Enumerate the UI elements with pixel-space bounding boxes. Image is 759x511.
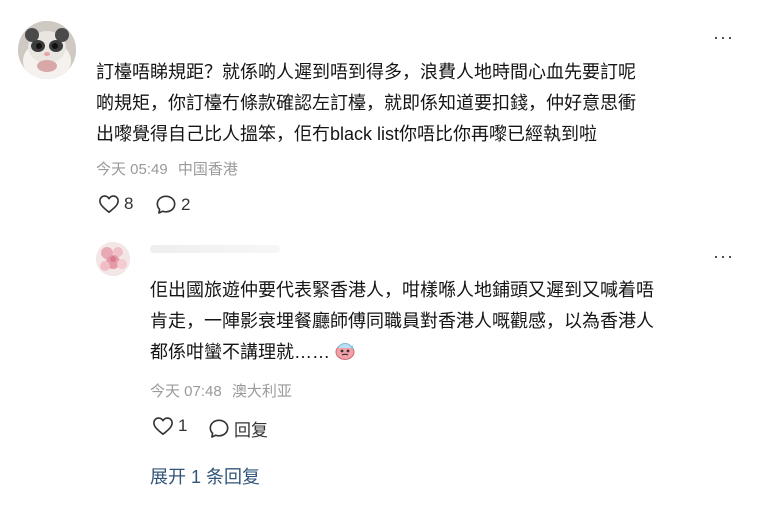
sweat-face-emoji-icon [334,339,356,371]
comment-line: 啲規矩，你訂檯冇條款確認左訂檯，就即係知道要扣錢，仲好意思衝 [96,93,636,113]
like-button[interactable]: 8 [98,194,133,214]
reply-more-options-button[interactable]: ··· [713,247,734,265]
reply-body: 佢出國旅遊仲要代表緊香港人，咁樣喺人地鋪頭又遲到又喊着唔 肯走，一陣影衰埋餐廳師… [150,275,740,371]
hamster-avatar-image [18,21,76,79]
reply-label: 回复 [234,421,268,440]
comment-location: 中国香港 [177,161,238,178]
comment-time: 今天 05:49 [96,161,168,178]
reply-username-obscured [150,245,280,253]
comment-line: 出嚟覺得自己比人搵笨，佢冇black list你唔比你再嚟已經執到啦 [96,124,598,144]
comment-bubble-icon [209,419,229,438]
comment-body: 訂檯唔睇規距？就係啲人遲到唔到得多，浪費人地時間心血先要訂呢 啲規矩，你訂檯冇條… [96,57,736,150]
more-dots-icon: ··· [713,246,734,266]
heart-icon [99,195,119,213]
reply-button[interactable]: 回复 [208,416,268,441]
comment-line: 訂檯唔睇規距？就係啲人遲到唔到得多，浪費人地時間心血先要訂呢 [96,62,636,82]
avatar[interactable] [18,21,76,79]
more-dots-icon: ··· [713,27,734,47]
reply-line: 都係咁蠻不講理就…… [150,337,740,371]
expand-replies-link[interactable]: 展开 1 条回复 [150,463,260,489]
comment-count: 2 [181,194,191,214]
reply-avatar[interactable] [96,242,130,276]
reply-avatar-image [96,242,130,276]
comment-bubble-icon [156,195,176,214]
reply-time: 今天 07:48 [150,383,222,400]
reply-line: 佢出國旅遊仲要代表緊香港人，咁樣喺人地鋪頭又遲到又喊着唔 [150,280,654,300]
reply-line-text: 都係咁蠻不講理就…… [150,342,330,362]
like-count: 8 [124,194,134,213]
heart-icon [153,417,173,435]
reply-like-count: 1 [178,416,188,435]
more-options-button[interactable]: ··· [713,28,734,46]
comment-meta: 今天 05:49 中国香港 [96,158,244,179]
reply-location: 澳大利亚 [231,383,292,400]
reply-line: 肯走，一陣影衰埋餐廳師傅同職員對香港人嘅觀感，以為香港人 [150,311,654,331]
reply-like-button[interactable]: 1 [152,416,187,436]
comment-button[interactable]: 2 [155,194,190,215]
reply-meta: 今天 07:48 澳大利亚 [150,380,298,401]
